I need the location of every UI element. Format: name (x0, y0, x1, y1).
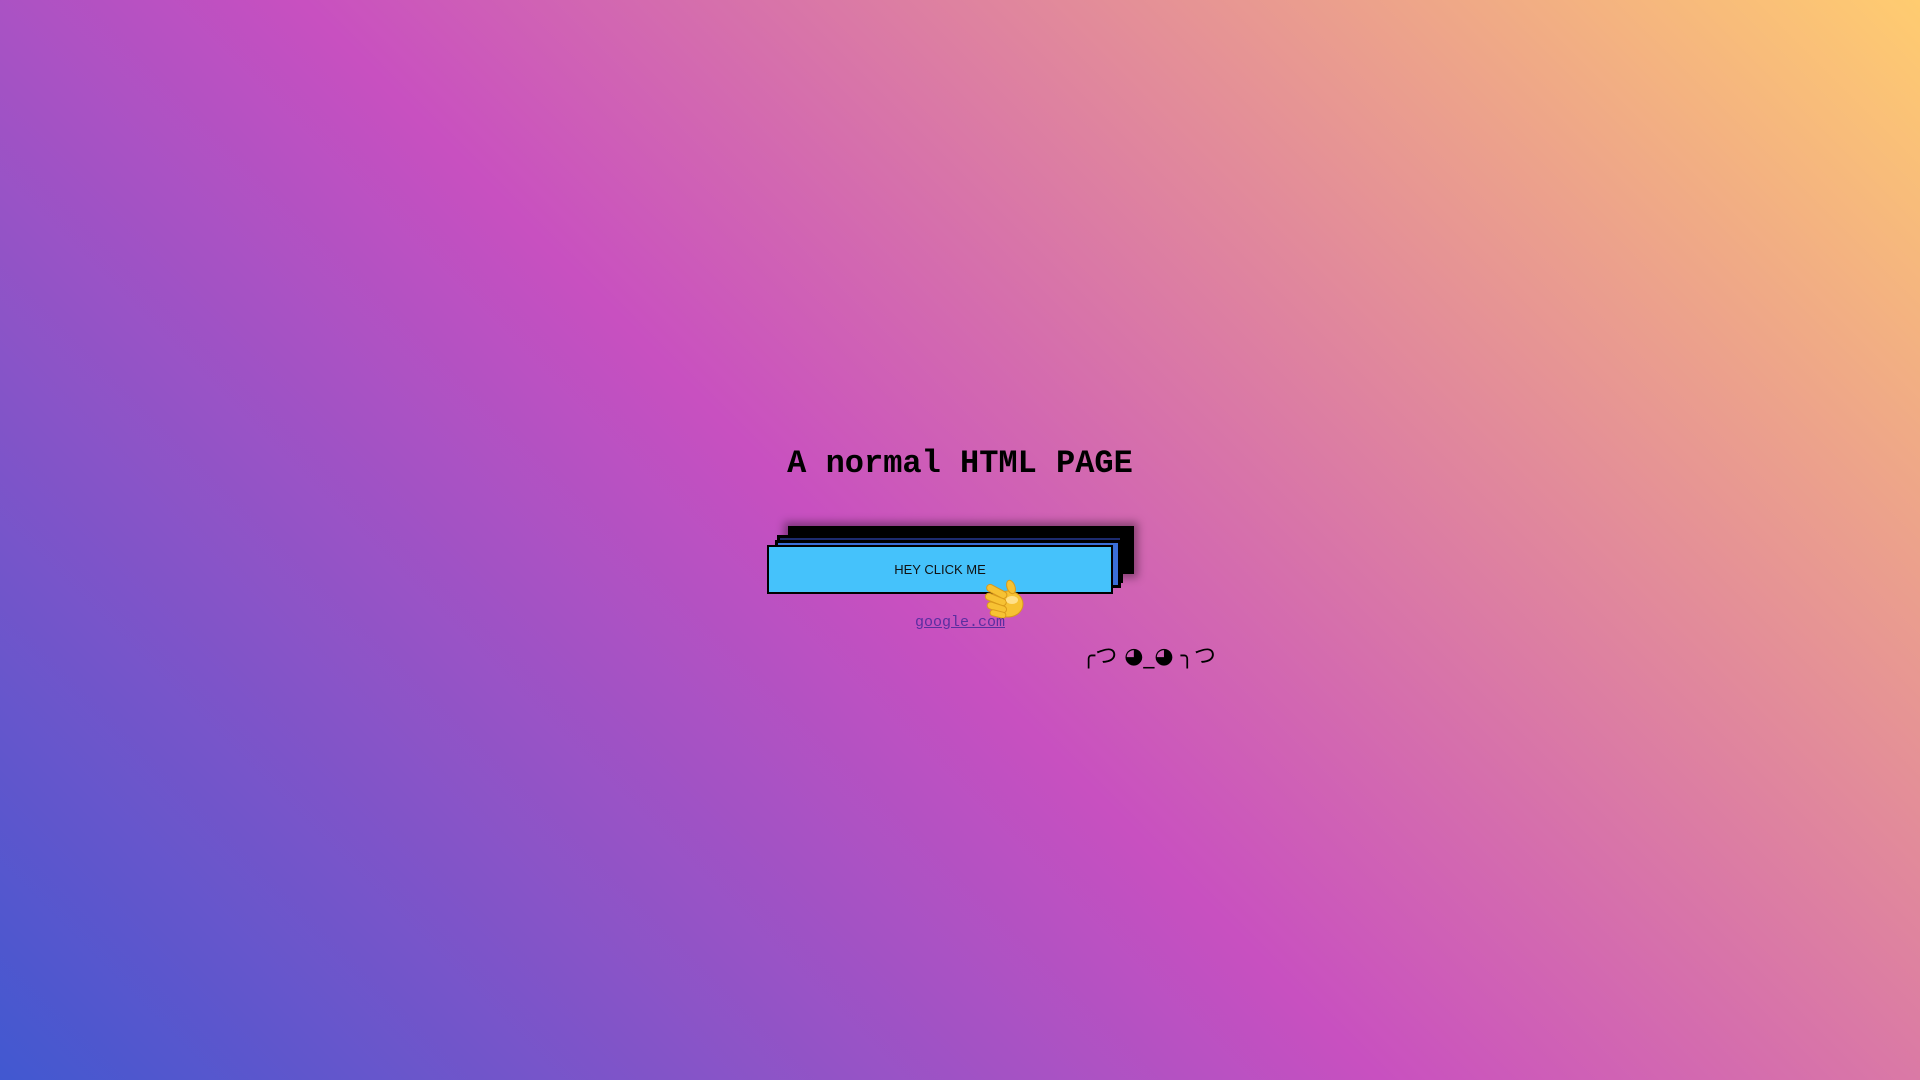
google-link[interactable]: google.com (915, 614, 1005, 631)
google-link-wrapper: google.com (0, 614, 1920, 632)
hey-click-me-button[interactable]: HEY CLICK ME (767, 545, 1113, 594)
kaomoji-text: ╭つ ◕_◕ ╮つ (1082, 644, 1216, 669)
page-title: A normal HTML PAGE (787, 445, 1133, 482)
